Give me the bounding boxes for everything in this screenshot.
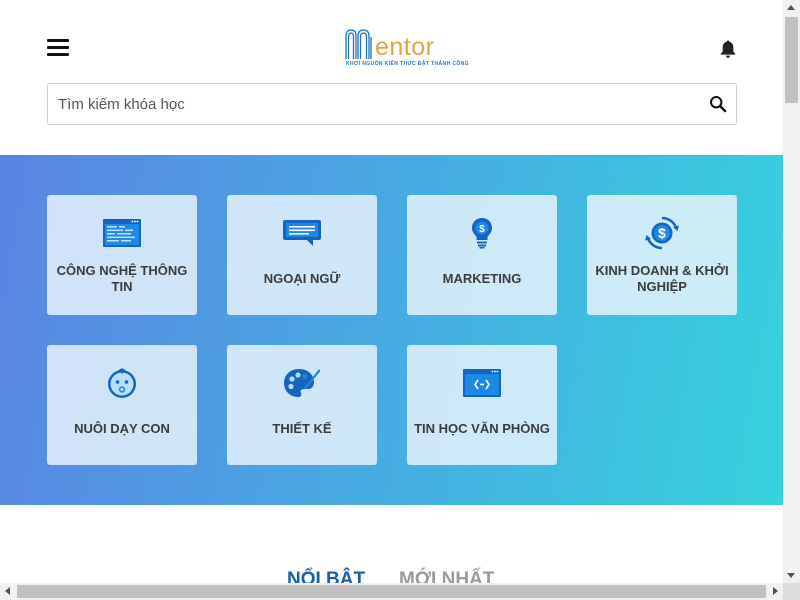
category-card-design[interactable]: THIẾT KẾ: [227, 345, 377, 465]
scroll-right-icon[interactable]: [773, 587, 778, 595]
bell-icon[interactable]: [719, 39, 737, 59]
horizontal-scrollbar[interactable]: [0, 583, 783, 600]
code-window-icon: [102, 215, 142, 251]
logo-tagline: KHƠI NGUỒN KIẾN THỨC ĐẶT THÀNH CÔNG: [346, 61, 469, 67]
course-tabs: NỔI BẬT MỚI NHẤT: [0, 505, 783, 583]
logo-text: entor: [375, 33, 435, 61]
tab-newest[interactable]: MỚI NHẤT: [399, 569, 494, 583]
search-bar: [47, 83, 737, 125]
scrollbar-corner: [783, 583, 800, 600]
chat-bubble-icon: [282, 215, 322, 251]
horizontal-scroll-thumb[interactable]: [17, 585, 766, 598]
search-input[interactable]: [48, 84, 698, 124]
page: entor KHƠI NGUỒN KIẾN THỨC ĐẶT THÀNH CÔN…: [0, 0, 783, 583]
scroll-left-icon[interactable]: [5, 587, 10, 595]
category-card-business[interactable]: $ KINH DOANH & KHỞI NGHIỆP: [587, 195, 737, 315]
hamburger-menu-icon[interactable]: [47, 38, 69, 58]
vertical-scroll-thumb[interactable]: [785, 17, 798, 103]
logo-m-icon: [345, 29, 372, 59]
category-card-it[interactable]: CÔNG NGHỆ THÔNG TIN: [47, 195, 197, 315]
category-label: CÔNG NGHỆ THÔNG TIN: [56, 263, 188, 294]
dollar-cycle-icon: $: [642, 215, 682, 251]
palette-icon: [282, 365, 322, 401]
category-card-marketing[interactable]: $ MARKETING: [407, 195, 557, 315]
svg-text:$: $: [479, 224, 485, 235]
category-label: THIẾT KẾ: [272, 421, 332, 436]
category-card-languages[interactable]: NGOẠI NGỮ: [227, 195, 377, 315]
browser-code-icon: [462, 365, 502, 401]
category-card-parenting[interactable]: NUÔI DẠY CON: [47, 345, 197, 465]
scroll-down-icon[interactable]: [787, 573, 795, 578]
category-label: NGOẠI NGỮ: [263, 271, 341, 286]
vertical-scrollbar[interactable]: [783, 0, 800, 583]
category-label: TIN HỌC VĂN PHÒNG: [414, 421, 550, 436]
category-label: NUÔI DẠY CON: [74, 421, 170, 436]
category-label: KINH DOANH & KHỞI NGHIỆP: [595, 263, 729, 294]
logo-wordmark: entor: [344, 28, 434, 60]
tab-featured[interactable]: NỔI BẬT: [287, 569, 365, 583]
category-label: MARKETING: [442, 271, 522, 286]
scroll-up-icon[interactable]: [787, 5, 795, 10]
category-banner: CÔNG NGHỆ THÔNG TIN NGOẠI NGỮ $ MARKETIN…: [0, 155, 783, 505]
baby-face-icon: [102, 365, 142, 401]
lightbulb-dollar-icon: $: [462, 215, 502, 251]
svg-text:$: $: [658, 225, 666, 241]
search-icon[interactable]: [709, 95, 727, 113]
category-card-office[interactable]: TIN HỌC VĂN PHÒNG: [407, 345, 557, 465]
header: entor KHƠI NGUỒN KIẾN THỨC ĐẶT THÀNH CÔN…: [0, 0, 783, 155]
logo[interactable]: entor KHƠI NGUỒN KIẾN THỨC ĐẶT THÀNH CÔN…: [344, 28, 469, 70]
